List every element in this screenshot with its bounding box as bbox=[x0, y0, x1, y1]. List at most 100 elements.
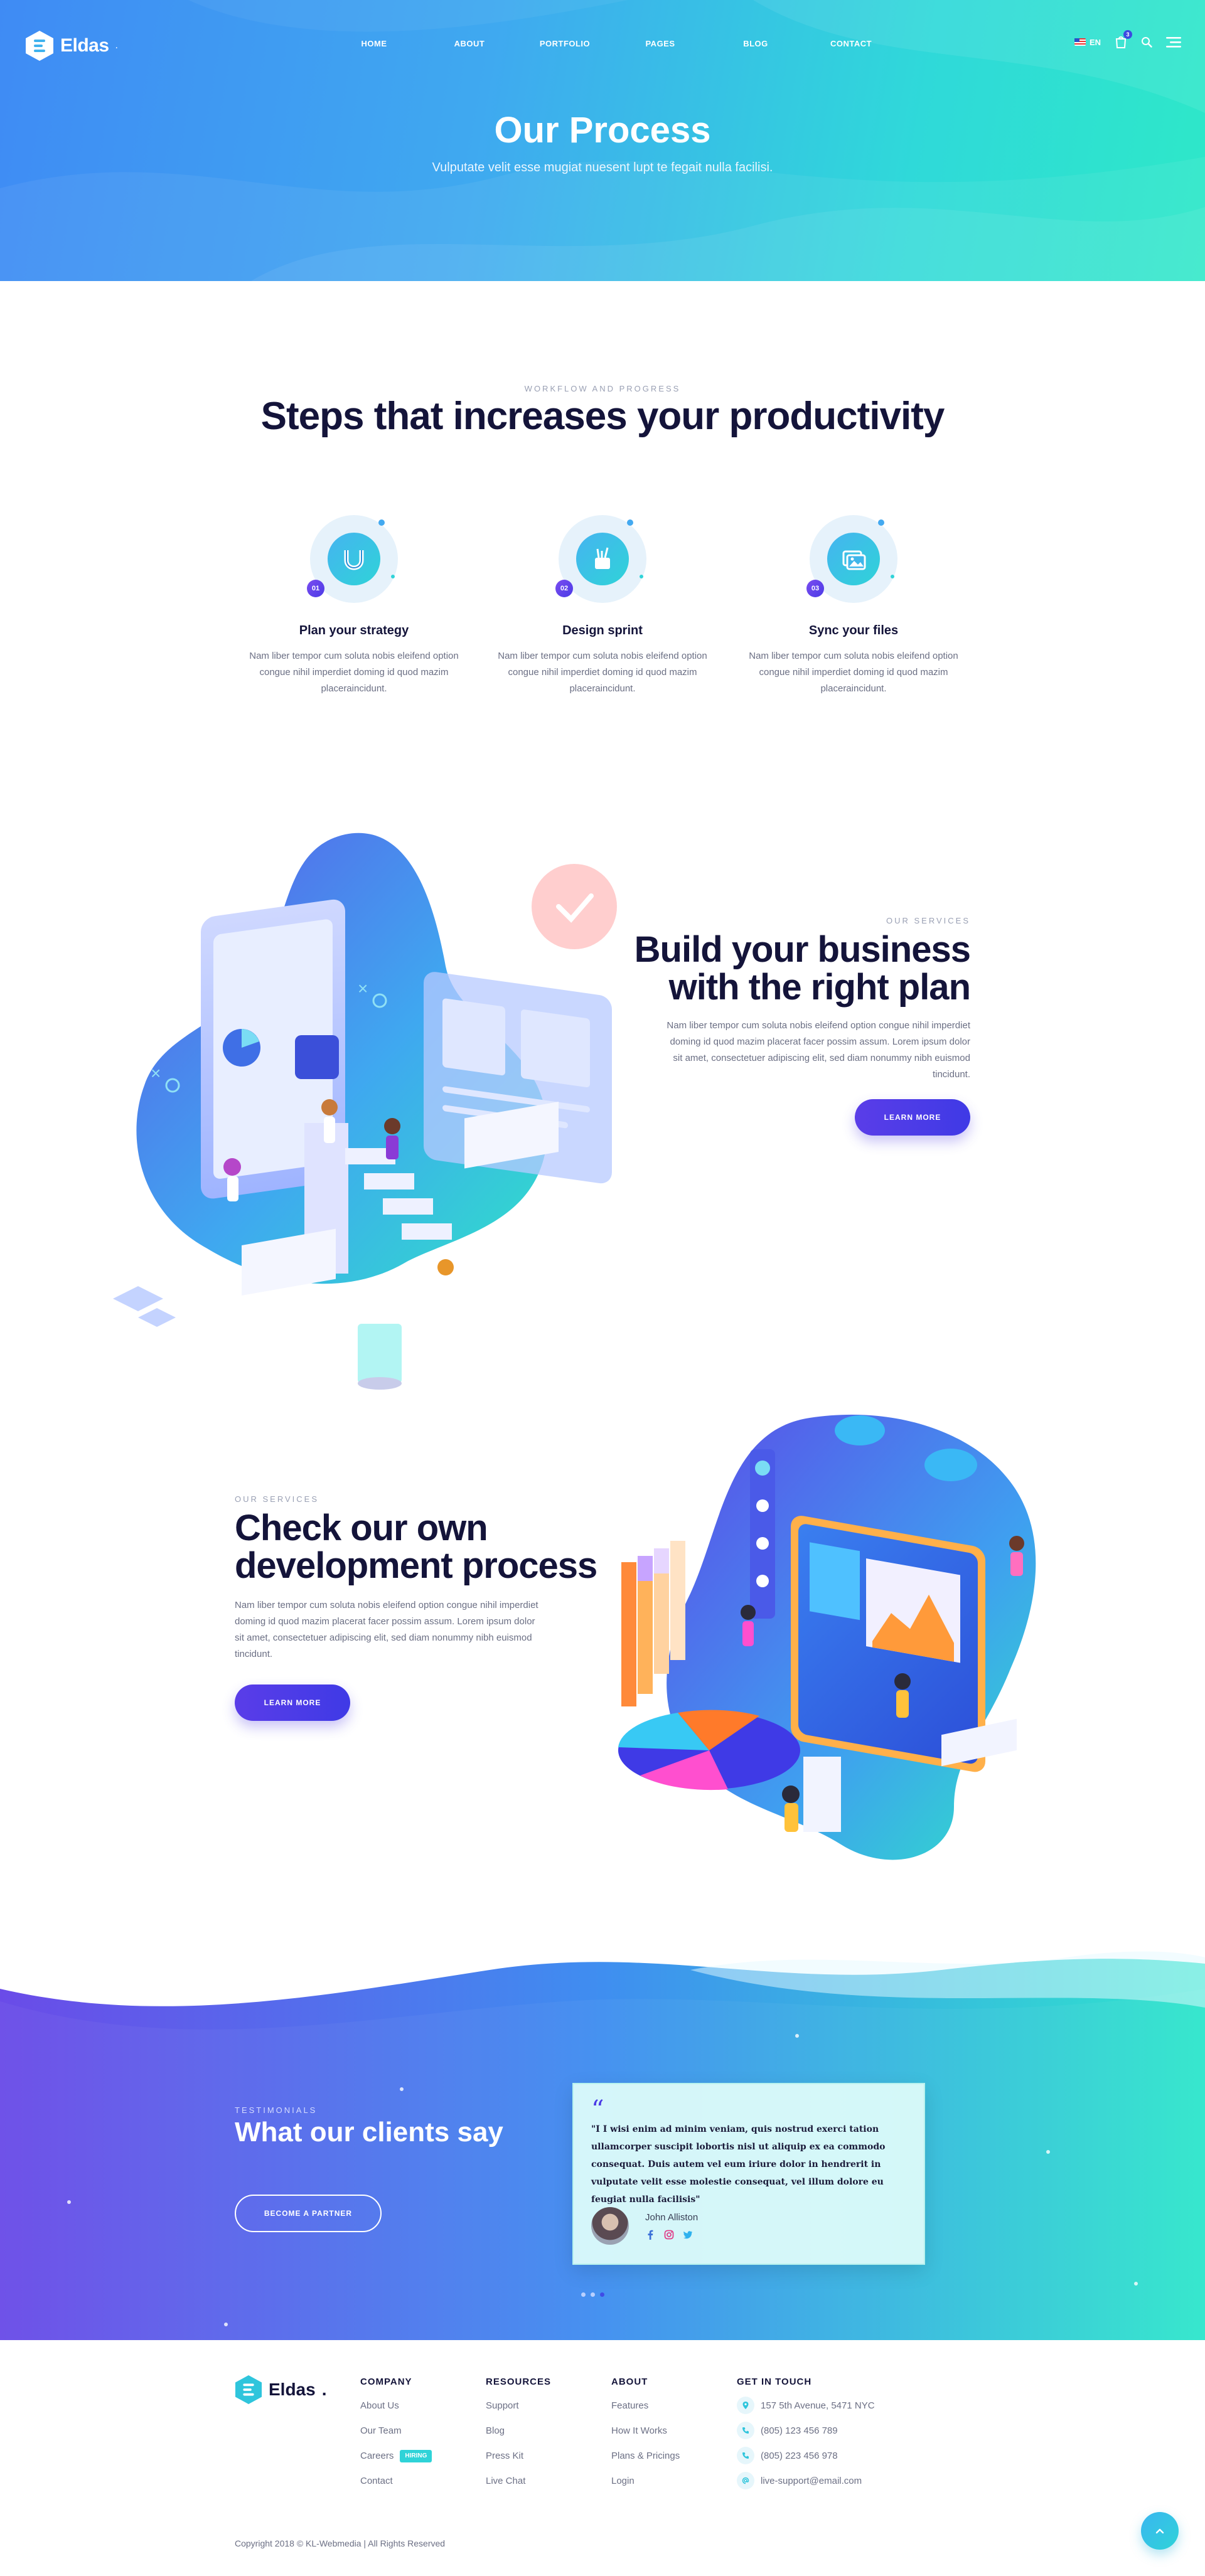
header-tools: EN 3 bbox=[1074, 30, 1181, 49]
brand-logo[interactable]: Eldas. bbox=[25, 30, 118, 61]
step-icon-badge: 02 bbox=[555, 512, 650, 606]
nav-pages[interactable]: PAGES bbox=[613, 39, 708, 48]
service2-title-line1: Check our own bbox=[235, 1508, 488, 1548]
pagination-dot[interactable] bbox=[581, 2292, 586, 2297]
pagination-dot[interactable] bbox=[591, 2292, 595, 2297]
footer-link[interactable]: Login bbox=[611, 2475, 680, 2500]
hamburger-menu-icon[interactable] bbox=[1166, 36, 1181, 48]
testimonials-kicker: TESTIMONIALS bbox=[235, 2105, 318, 2115]
contact-email-text: live-support@email.com bbox=[761, 2476, 862, 2486]
pagination-dot-active[interactable] bbox=[600, 2292, 604, 2297]
twitter-icon[interactable] bbox=[683, 2230, 693, 2240]
cart-count-badge: 3 bbox=[1123, 30, 1132, 39]
service1-kicker: OUR SERVICES bbox=[886, 916, 970, 925]
image-gallery-icon bbox=[842, 550, 866, 570]
contact-phone-text: (805) 123 456 789 bbox=[761, 2425, 838, 2436]
flag-us-icon bbox=[1074, 38, 1086, 46]
footer-heading: GET IN TOUCH bbox=[737, 2376, 812, 2387]
service2-title: Check our own development process bbox=[235, 1509, 611, 1585]
footer-column-about: ABOUT Features How It Works Plans & Pric… bbox=[611, 2376, 680, 2500]
steps-kicker: WORKFLOW AND PROGRESS bbox=[524, 384, 681, 393]
footer-logo[interactable]: Eldas. bbox=[235, 2375, 326, 2405]
nav-contact[interactable]: CONTACT bbox=[803, 39, 899, 48]
contact-email[interactable]: live-support@email.com bbox=[737, 2472, 875, 2500]
nav-portfolio[interactable]: PORTFOLIO bbox=[517, 39, 613, 48]
svg-text:×: × bbox=[358, 979, 368, 998]
step-icon-badge: 03 bbox=[806, 512, 901, 606]
testimonial-quote: "I I wisi enim ad minim veniam, quis nos… bbox=[591, 2124, 886, 2205]
service1-title-line1: Build your business bbox=[634, 929, 971, 970]
cart-button[interactable]: 3 bbox=[1115, 30, 1132, 49]
language-selector[interactable]: EN bbox=[1074, 38, 1101, 47]
social-links bbox=[645, 2230, 693, 2240]
footer-link[interactable]: Contact bbox=[360, 2475, 432, 2500]
footer-link-label: Careers bbox=[360, 2451, 394, 2461]
nav-home[interactable]: HOME bbox=[326, 39, 422, 48]
contact-address: 157 5th Avenue, 5471 NYC bbox=[737, 2397, 875, 2425]
nav-blog[interactable]: BLOG bbox=[708, 39, 803, 48]
footer-link[interactable]: Press Kit bbox=[486, 2450, 551, 2475]
step-number: 02 bbox=[555, 580, 573, 597]
step-number: 03 bbox=[806, 580, 824, 597]
service2-text: Nam liber tempor cum soluta nobis eleife… bbox=[235, 1600, 538, 1659]
footer-heading: ABOUT bbox=[611, 2376, 648, 2387]
scroll-to-top-button[interactable] bbox=[1141, 2512, 1179, 2550]
instagram-icon[interactable] bbox=[664, 2230, 674, 2240]
footer-link-careers[interactable]: Careers HIRING bbox=[360, 2450, 432, 2475]
business-plan-illustration: × × bbox=[113, 833, 617, 1390]
footer-link[interactable]: Blog bbox=[486, 2425, 551, 2450]
testimonial-author: John Alliston bbox=[645, 2212, 699, 2223]
footer-column-company: COMPANY About Us Our Team Careers HIRING… bbox=[360, 2376, 432, 2500]
main-nav: HOME ABOUT PORTFOLIO PAGES BLOG CONTACT bbox=[326, 39, 899, 48]
footer-brand-name: Eldas bbox=[269, 2380, 316, 2399]
brand-dot: . bbox=[115, 40, 118, 51]
contact-address-text: 157 5th Avenue, 5471 NYC bbox=[761, 2400, 875, 2411]
footer-link[interactable]: Our Team bbox=[360, 2425, 432, 2450]
avatar bbox=[591, 2207, 629, 2245]
step-icon-badge: 01 bbox=[307, 512, 401, 606]
phone-icon bbox=[737, 2422, 754, 2439]
pen-cup-icon bbox=[595, 547, 610, 569]
chevron-up-icon bbox=[1155, 2528, 1164, 2534]
page: Eldas. HOME ABOUT PORTFOLIO PAGES BLOG C… bbox=[0, 0, 1205, 2576]
testimonial-pagination bbox=[581, 2292, 604, 2297]
search-icon[interactable] bbox=[1141, 36, 1152, 48]
footer-column-resources: RESOURCES Support Blog Press Kit Live Ch… bbox=[486, 2376, 551, 2500]
development-process-illustration bbox=[618, 1414, 1036, 1860]
brand-name: Eldas bbox=[60, 35, 109, 56]
contact-phone[interactable]: (805) 123 456 789 bbox=[737, 2422, 875, 2450]
footer-link[interactable]: Features bbox=[611, 2400, 680, 2425]
step-title: Sync your files bbox=[808, 624, 899, 637]
contact-phone-text: (805) 223 456 978 bbox=[761, 2451, 838, 2461]
language-label: EN bbox=[1089, 37, 1101, 47]
steps-title: Steps that increases your productivity bbox=[260, 395, 945, 438]
service2-kicker: OUR SERVICES bbox=[235, 1494, 319, 1504]
footer-link[interactable]: About Us bbox=[360, 2400, 432, 2425]
nav-about[interactable]: ABOUT bbox=[422, 39, 517, 48]
step-title: Design sprint bbox=[562, 624, 643, 637]
magnet-icon bbox=[344, 550, 364, 570]
contact-phone[interactable]: (805) 223 456 978 bbox=[737, 2447, 875, 2475]
service1-title: Build your business with the right plan bbox=[602, 929, 971, 1008]
location-pin-icon bbox=[737, 2397, 754, 2414]
facebook-icon[interactable] bbox=[645, 2230, 655, 2240]
step-text: Nam liber tempor cum soluta nobis eleife… bbox=[249, 651, 459, 694]
footer-link[interactable]: Live Chat bbox=[486, 2475, 551, 2500]
service1-learn-more-button[interactable]: LEARN MORE bbox=[855, 1099, 970, 1136]
footer-heading: RESOURCES bbox=[486, 2376, 552, 2387]
at-sign-icon bbox=[737, 2472, 754, 2489]
footer-link[interactable]: Support bbox=[486, 2400, 551, 2425]
service1-text: Nam liber tempor cum soluta nobis eleife… bbox=[667, 1020, 970, 1080]
become-partner-button[interactable]: BECOME A PARTNER bbox=[235, 2195, 382, 2232]
service2-title-line2: development process bbox=[235, 1545, 597, 1586]
footer-link[interactable]: How It Works bbox=[611, 2425, 680, 2450]
copyright: Copyright 2018 © KL-Webmedia | All Right… bbox=[235, 2538, 446, 2548]
service2-learn-more-button[interactable]: LEARN MORE bbox=[235, 1685, 350, 1721]
footer-link[interactable]: Plans & Pricings bbox=[611, 2450, 680, 2475]
footer-heading: COMPANY bbox=[360, 2376, 412, 2387]
step-card: 03 Sync your files Nam liber tempor cum … bbox=[741, 512, 967, 697]
step-number: 01 bbox=[307, 580, 324, 597]
step-card: 01 Plan your strategy Nam liber tempor c… bbox=[241, 512, 467, 697]
footer-column-contact: GET IN TOUCH 157 5th Avenue, 5471 NYC (8… bbox=[737, 2376, 875, 2500]
service1-title-line2: with the right plan bbox=[668, 967, 971, 1008]
